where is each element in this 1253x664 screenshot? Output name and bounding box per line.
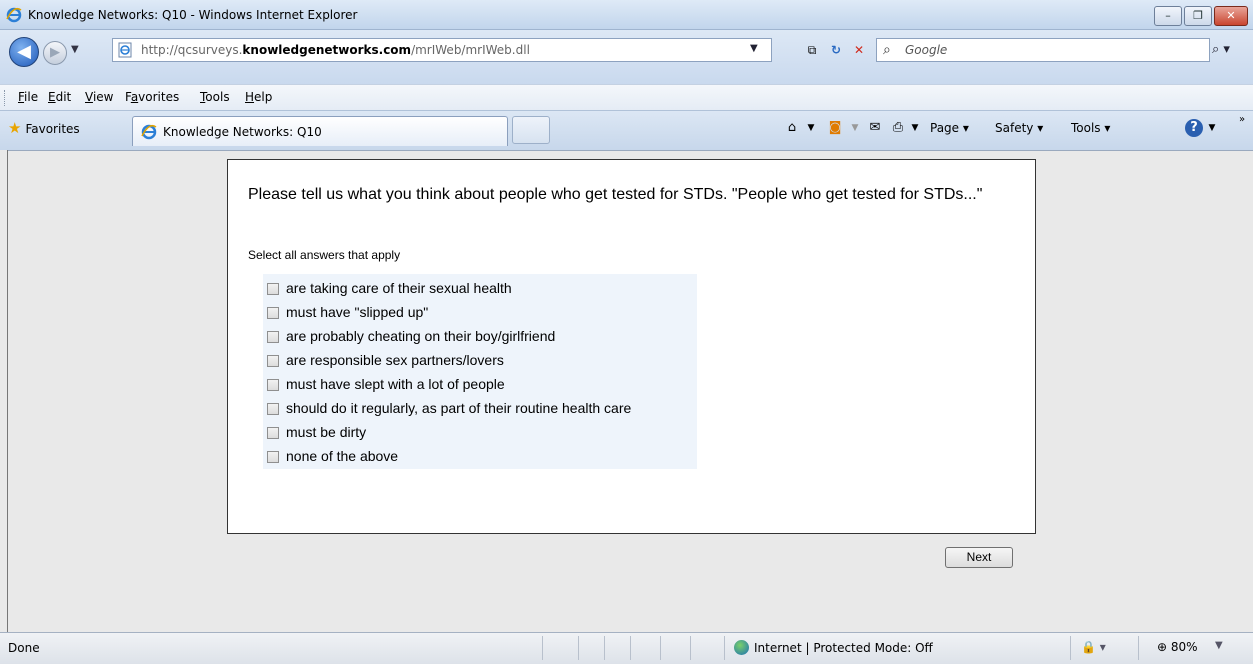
favorites-button[interactable]: ★ Favorites xyxy=(8,119,80,137)
status-divider xyxy=(1138,636,1139,660)
option-label[interactable]: must have "slipped up" xyxy=(286,304,428,320)
checkbox[interactable] xyxy=(267,331,279,343)
status-divider xyxy=(724,636,725,660)
status-divider xyxy=(578,636,579,660)
favorites-bar: ★ Favorites Knowledge Networks: Q10 ⌂ ▼ ◙… xyxy=(0,110,1253,150)
maximize-button[interactable]: ❐ xyxy=(1184,6,1212,26)
menu-bar: File Edit View Favorites Tools Help xyxy=(0,84,1253,110)
survey-question-panel: Please tell us what you think about peop… xyxy=(227,159,1036,534)
recent-pages-dropdown-icon[interactable]: ▼ xyxy=(71,44,79,55)
stop-icon[interactable]: ✕ xyxy=(849,41,869,59)
help-icon[interactable]: ? xyxy=(1185,119,1203,137)
checkbox[interactable] xyxy=(267,427,279,439)
tab-knowledge-networks[interactable]: Knowledge Networks: Q10 xyxy=(132,116,508,146)
option-label[interactable]: must have slept with a lot of people xyxy=(286,376,505,392)
home-icon[interactable]: ⌂ xyxy=(783,119,801,137)
status-bar: Done Internet | Protected Mode: Off 🔒 ▾ … xyxy=(0,632,1253,664)
globe-icon xyxy=(734,640,749,655)
address-url: http://qcsurveys.knowledgenetworks.com/m… xyxy=(141,43,530,57)
menu-tools[interactable]: Tools xyxy=(200,90,230,104)
option-label[interactable]: are responsible sex partners/lovers xyxy=(286,352,504,368)
status-text: Done xyxy=(8,641,40,655)
home-dropdown-icon[interactable]: ▼ xyxy=(802,119,820,137)
mail-icon[interactable]: ✉ xyxy=(866,119,884,137)
internet-explorer-icon xyxy=(141,124,157,140)
search-icon: ⌕ xyxy=(883,42,891,58)
checkbox[interactable] xyxy=(267,451,279,463)
status-divider xyxy=(604,636,605,660)
toolbar-overflow-icon[interactable]: » xyxy=(1233,111,1251,129)
status-divider xyxy=(542,636,543,660)
checkbox[interactable] xyxy=(267,403,279,415)
answer-option[interactable]: none of the above xyxy=(267,446,697,468)
print-dropdown-icon[interactable]: ▼ xyxy=(906,119,924,137)
answer-option[interactable]: are taking care of their sexual health xyxy=(267,278,697,300)
menu-favorites[interactable]: Favorites xyxy=(125,90,179,104)
checkbox[interactable] xyxy=(267,355,279,367)
status-divider xyxy=(690,636,691,660)
window-titlebar: Knowledge Networks: Q10 - Windows Intern… xyxy=(0,0,1253,30)
question-text: Please tell us what you think about peop… xyxy=(248,186,983,203)
checkbox[interactable] xyxy=(267,379,279,391)
minimize-button[interactable]: – xyxy=(1154,6,1182,26)
security-zone[interactable]: Internet | Protected Mode: Off xyxy=(734,640,933,655)
feeds-icon[interactable]: ◙ xyxy=(826,119,844,137)
help-dropdown-icon[interactable]: ▼ xyxy=(1203,119,1221,137)
option-label[interactable]: none of the above xyxy=(286,448,398,464)
option-label[interactable]: are probably cheating on their boy/girlf… xyxy=(286,328,555,344)
menu-file[interactable]: File xyxy=(18,90,38,104)
window-title: Knowledge Networks: Q10 - Windows Intern… xyxy=(28,8,358,22)
zoom-level[interactable]: ⊕ 80% xyxy=(1157,640,1198,654)
next-button[interactable]: Next xyxy=(945,547,1013,568)
search-go-icon[interactable]: ⌕ ▾ xyxy=(1212,42,1230,57)
menu-help[interactable]: Help xyxy=(245,90,272,104)
tools-menu-button[interactable]: Tools ▾ xyxy=(1071,121,1110,135)
forward-button[interactable]: ▶ xyxy=(43,41,67,65)
tab-label: Knowledge Networks: Q10 xyxy=(163,125,322,139)
status-divider xyxy=(660,636,661,660)
print-icon[interactable]: ⎙ xyxy=(889,119,907,137)
feeds-dropdown-icon[interactable]: ▼ xyxy=(846,119,864,137)
address-dropdown-icon[interactable]: ▼ xyxy=(750,43,758,54)
option-label[interactable]: should do it regularly, as part of their… xyxy=(286,400,631,416)
zoom-dropdown-icon[interactable]: ▼ xyxy=(1215,640,1223,651)
status-divider xyxy=(630,636,631,660)
option-label[interactable]: must be dirty xyxy=(286,424,366,440)
protected-mode-icon[interactable]: 🔒 ▾ xyxy=(1081,640,1106,654)
refresh-icon[interactable]: ↻ xyxy=(826,41,846,59)
internet-explorer-icon xyxy=(6,7,22,23)
new-tab-button[interactable] xyxy=(512,116,550,144)
address-input[interactable]: http://qcsurveys.knowledgenetworks.com/m… xyxy=(112,38,772,62)
answer-option[interactable]: are responsible sex partners/lovers xyxy=(267,350,697,372)
safety-menu-button[interactable]: Safety ▾ xyxy=(995,121,1043,135)
address-toolbar: ◀ ▶ ▼ http://qcsurveys.knowledgenetworks… xyxy=(0,30,1253,84)
star-icon: ★ xyxy=(8,119,22,137)
status-divider xyxy=(1070,636,1071,660)
instruction-text: Select all answers that apply xyxy=(248,248,401,262)
option-label[interactable]: are taking care of their sexual health xyxy=(286,280,512,296)
menu-view[interactable]: View xyxy=(85,90,113,104)
page-menu-button[interactable]: Page ▾ xyxy=(930,121,969,135)
answer-option[interactable]: should do it regularly, as part of their… xyxy=(267,398,697,420)
checkbox[interactable] xyxy=(267,307,279,319)
back-button[interactable]: ◀ xyxy=(9,37,39,67)
answer-options: are taking care of their sexual health m… xyxy=(263,274,697,469)
viewport-left-edge xyxy=(0,150,8,632)
checkbox[interactable] xyxy=(267,283,279,295)
menu-edit[interactable]: Edit xyxy=(48,90,71,104)
close-window-button[interactable]: ✕ xyxy=(1214,6,1248,26)
answer-option[interactable]: must have "slipped up" xyxy=(267,302,697,324)
page-icon xyxy=(118,42,132,58)
answer-option[interactable]: must be dirty xyxy=(267,422,697,444)
search-input[interactable]: ⌕ Google xyxy=(876,38,1210,62)
answer-option[interactable]: must have slept with a lot of people xyxy=(267,374,697,396)
answer-option[interactable]: are probably cheating on their boy/girlf… xyxy=(267,326,697,348)
toolbar-grip xyxy=(4,90,7,106)
compatibility-view-icon[interactable]: ⧉ xyxy=(802,41,822,59)
search-placeholder: Google xyxy=(905,43,948,57)
